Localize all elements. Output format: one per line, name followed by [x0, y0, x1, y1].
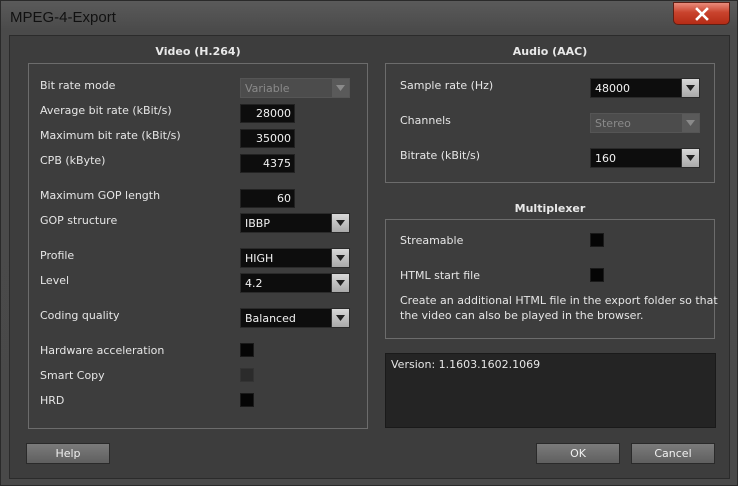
cancel-button[interactable]: Cancel — [631, 443, 715, 464]
coding-quality-value: Balanced — [245, 312, 296, 325]
smart-copy-checkbox[interactable] — [240, 368, 254, 382]
channels-select[interactable]: Stereo — [590, 113, 700, 133]
bit-rate-mode-label: Bit rate mode — [40, 79, 116, 92]
audio-bitrate-value: 160 — [595, 152, 616, 165]
audio-bitrate-select[interactable]: 160 — [590, 148, 700, 168]
maximum-bit-rate-input[interactable]: 35000 — [240, 129, 295, 148]
chevron-down-icon[interactable] — [331, 309, 349, 327]
bit-rate-mode-value: Variable — [245, 82, 290, 95]
max-gop-length-label: Maximum GOP length — [40, 189, 161, 202]
hrd-checkbox[interactable] — [240, 393, 254, 407]
level-label: Level — [40, 274, 70, 287]
profile-value: HIGH — [245, 252, 274, 265]
close-button[interactable] — [673, 2, 730, 25]
html-start-file-checkbox[interactable] — [590, 268, 604, 282]
html-start-file-label: HTML start file — [400, 269, 480, 282]
dialog-body: Video (H.264) Bit rate mode Variable Ave… — [9, 35, 730, 479]
streamable-checkbox[interactable] — [590, 233, 604, 247]
gop-structure-label: GOP structure — [40, 214, 118, 227]
channels-value: Stereo — [595, 117, 631, 130]
sample-rate-label: Sample rate (Hz) — [400, 79, 494, 92]
coding-quality-label: Coding quality — [40, 309, 120, 322]
multiplexer-section-title: Multiplexer — [514, 202, 586, 215]
gop-structure-select[interactable]: IBBP — [240, 213, 350, 233]
chevron-down-icon[interactable] — [331, 274, 349, 292]
profile-select[interactable]: HIGH — [240, 248, 350, 268]
sample-rate-select[interactable]: 48000 — [590, 78, 700, 98]
version-text: Version: 1.1603.1602.1069 — [391, 358, 541, 371]
chevron-down-icon[interactable] — [331, 79, 349, 97]
average-bit-rate-label: Average bit rate (kBit/s) — [40, 104, 172, 117]
audio-bitrate-label: Bitrate (kBit/s) — [400, 149, 481, 162]
export-dialog: MPEG-4-Export Video (H.264) Bit rate mod… — [0, 0, 738, 486]
bit-rate-mode-select[interactable]: Variable — [240, 78, 350, 98]
cpb-label: CPB (kByte) — [40, 154, 106, 167]
title-bar[interactable]: MPEG-4-Export — [1, 1, 737, 35]
hardware-acceleration-checkbox[interactable] — [240, 343, 254, 357]
html-start-file-description: Create an additional HTML file in the ex… — [400, 294, 718, 322]
window-title: MPEG-4-Export — [10, 9, 116, 26]
cpb-input[interactable]: 4375 — [240, 154, 295, 173]
chevron-down-icon[interactable] — [331, 249, 349, 267]
coding-quality-select[interactable]: Balanced — [240, 308, 350, 328]
hrd-label: HRD — [40, 394, 65, 407]
hardware-acceleration-label: Hardware acceleration — [40, 344, 165, 357]
version-box: Version: 1.1603.1602.1069 — [385, 353, 716, 428]
chevron-down-icon[interactable] — [681, 79, 699, 97]
chevron-down-icon[interactable] — [681, 114, 699, 132]
smart-copy-label: Smart Copy — [40, 369, 105, 382]
chevron-down-icon[interactable] — [331, 214, 349, 232]
close-icon — [694, 6, 709, 21]
ok-button[interactable]: OK — [536, 443, 620, 464]
max-gop-length-input[interactable]: 60 — [240, 189, 295, 208]
audio-section-title: Audio (AAC) — [512, 45, 588, 58]
sample-rate-value: 48000 — [595, 82, 630, 95]
level-value: 4.2 — [245, 277, 263, 290]
maximum-bit-rate-label: Maximum bit rate (kBit/s) — [40, 129, 181, 142]
video-section-title: Video (H.264) — [155, 45, 241, 58]
profile-label: Profile — [40, 249, 75, 262]
streamable-label: Streamable — [400, 234, 464, 247]
chevron-down-icon[interactable] — [681, 149, 699, 167]
average-bit-rate-input[interactable]: 28000 — [240, 104, 295, 123]
channels-label: Channels — [400, 114, 451, 127]
level-select[interactable]: 4.2 — [240, 273, 350, 293]
help-button[interactable]: Help — [26, 443, 110, 464]
gop-structure-value: IBBP — [245, 217, 270, 230]
